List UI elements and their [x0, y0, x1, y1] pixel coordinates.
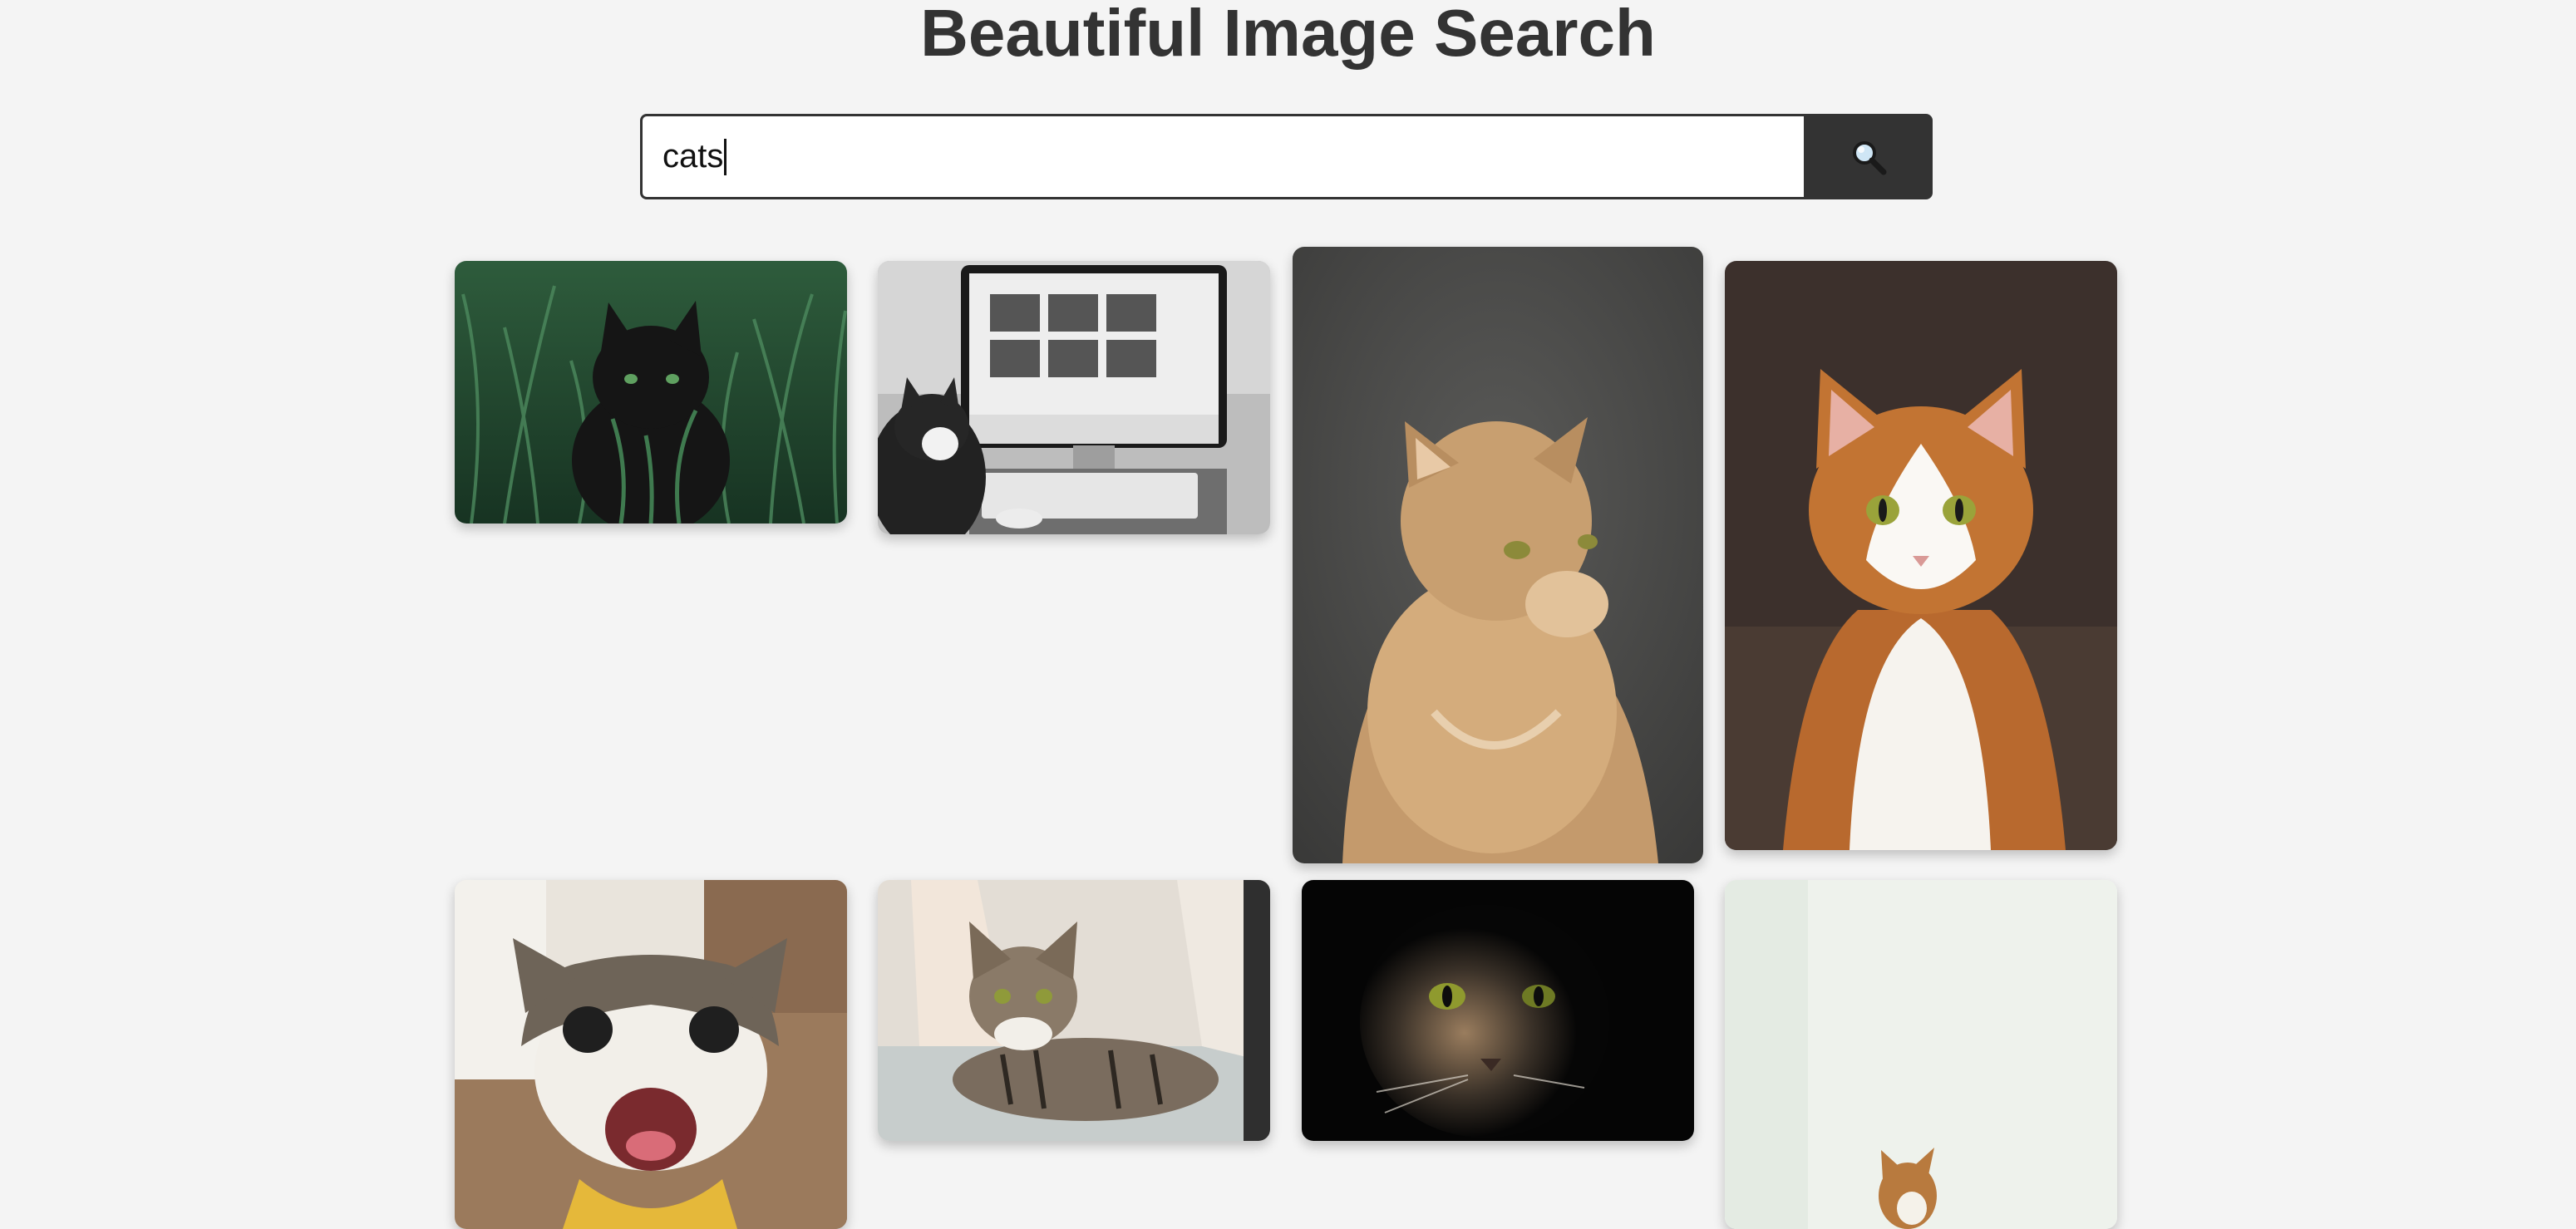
text-caret	[724, 138, 727, 175]
tabby-cat-on-couch-image[interactable]	[878, 880, 1270, 1141]
cat-at-computer-image[interactable]	[878, 261, 1270, 534]
search-input-value: cats	[662, 138, 724, 175]
cat-on-white-background-image[interactable]	[1725, 880, 2117, 1229]
black-cat-in-grass-image[interactable]	[455, 261, 847, 524]
page-title: Beautiful Image Search	[920, 0, 1656, 70]
search-input[interactable]: cats	[640, 114, 1804, 199]
search-button[interactable]	[1804, 114, 1933, 199]
orange-white-cat-image[interactable]	[1725, 261, 2117, 850]
fluffy-orange-cat-image[interactable]	[1293, 247, 1703, 863]
search-bar: cats	[640, 114, 1933, 199]
magnifier-icon	[1852, 140, 1886, 175]
happy-tabby-cat-image[interactable]	[455, 880, 847, 1229]
shadowed-cat-face-image[interactable]	[1302, 880, 1694, 1141]
